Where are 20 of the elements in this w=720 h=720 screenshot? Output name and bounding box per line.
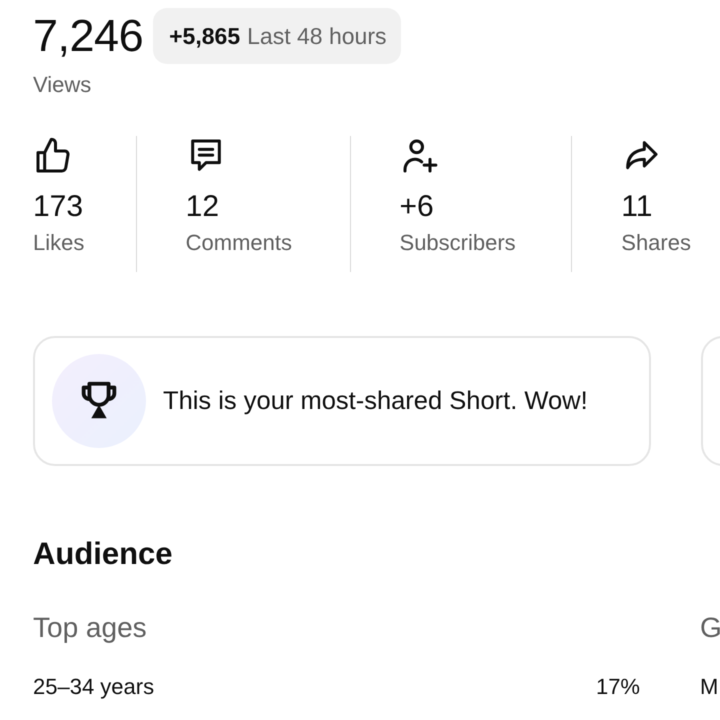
insight-card[interactable]: This is your most-shared Short. Wow! (33, 336, 651, 466)
stat-value: 12 (186, 190, 220, 224)
view-count: 7,246 (33, 9, 144, 63)
row-label: 25–34 years (33, 674, 154, 700)
column-title: G (700, 612, 720, 644)
stat-value: +6 (400, 190, 434, 224)
column-title: Top ages (33, 612, 148, 644)
views-label: Views (33, 72, 92, 98)
stat-value: 173 (33, 190, 84, 224)
row-label: M (700, 674, 718, 700)
stat-label: Shares (621, 230, 691, 256)
views-delta: +5,865 (169, 22, 240, 50)
stat-label: Comments (186, 230, 292, 256)
stat-value: 11 (621, 190, 652, 224)
insight-text: This is your most-shared Short. Wow! (163, 386, 588, 416)
row-percentage: 17% (596, 674, 640, 700)
section-title: Audience (33, 536, 174, 572)
period-label: Last 48 hours (247, 22, 386, 50)
stat-label: Likes (33, 230, 84, 256)
stat-label: Subscribers (400, 230, 516, 256)
